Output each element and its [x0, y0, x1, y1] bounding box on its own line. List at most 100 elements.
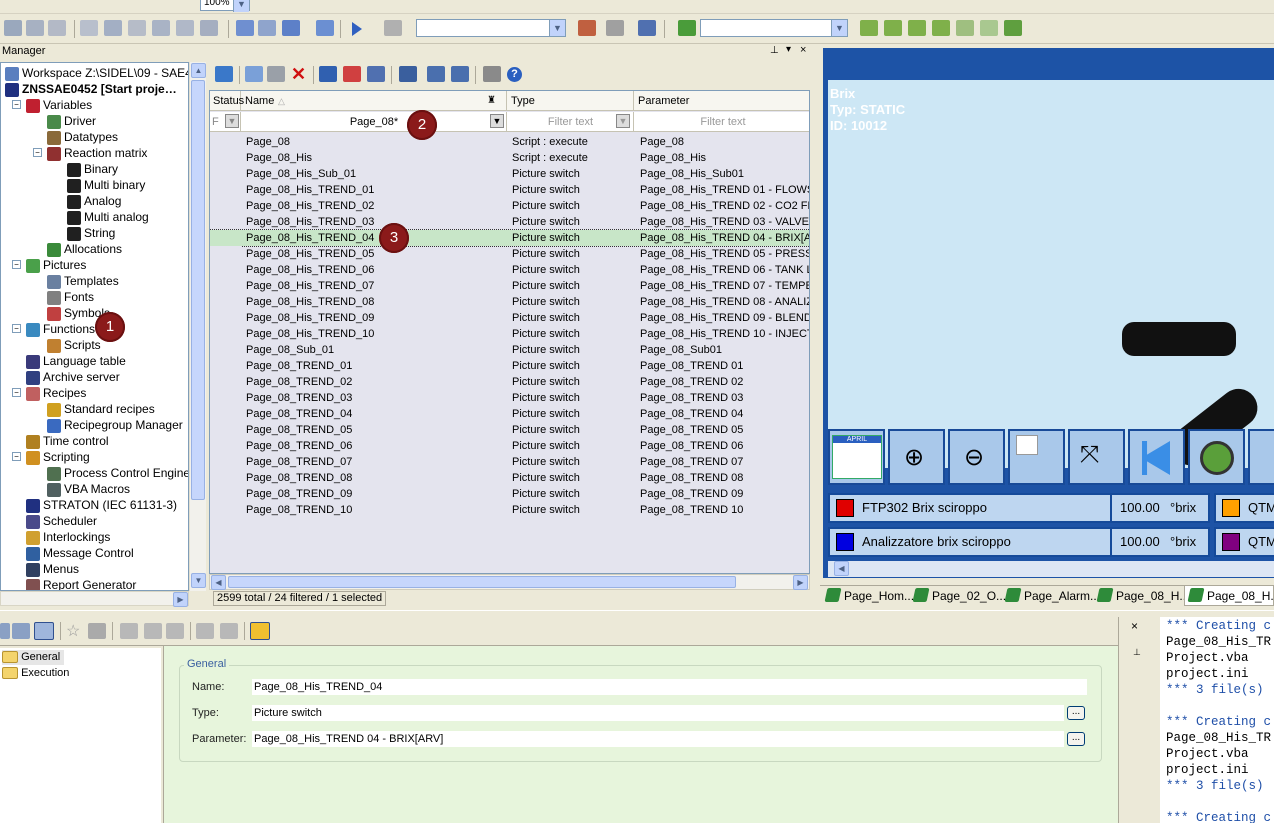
xml-export-icon[interactable] [427, 66, 445, 82]
collapse-icon[interactable]: − [12, 260, 21, 269]
table-row[interactable]: Page_08_TREND_08 Picture switch Page_08_TR… [210, 470, 809, 486]
table-row[interactable]: Page_08_His_TREND_02 Picture switch Page_0… [210, 198, 809, 214]
tree-item-string[interactable]: String [67, 225, 115, 241]
chevron-down-icon[interactable]: ▼ [831, 20, 847, 36]
name-filter[interactable]: Page_08* ▼ [242, 112, 507, 132]
next-button[interactable] [1248, 429, 1274, 485]
table-row[interactable]: Page_08_TREND_04 Picture switch Page_08_TR… [210, 406, 809, 422]
table-row[interactable]: Page_08_TREND_06 Picture switch Page_08_TR… [210, 438, 809, 454]
tree-item-templates[interactable]: Templates [47, 273, 119, 289]
table-row[interactable]: Page_08_TREND_02 Picture switch Page_08_TR… [210, 374, 809, 390]
tree-item-functions[interactable]: Functions [26, 321, 95, 337]
tree-item-analog[interactable]: Analog [67, 193, 121, 209]
first-page-button[interactable] [1128, 429, 1185, 485]
play-icon[interactable] [352, 22, 362, 36]
crossref-4-icon[interactable] [956, 20, 974, 36]
crossref-icon[interactable] [860, 20, 878, 36]
zoom-reset-button[interactable]: ⤧ [1068, 429, 1125, 485]
tree-item-scheduler[interactable]: Scheduler [26, 513, 97, 529]
tree-item-menus[interactable]: Menus [26, 561, 79, 577]
zoom-out-button[interactable]: ⊖ [948, 429, 1005, 485]
tree-item-vba-macros[interactable]: VBA Macros [47, 481, 130, 497]
tree-item-znssae0452-start-proje[interactable]: ZNSSAE0452 [Start proje… [5, 81, 177, 97]
scroll-right-icon[interactable]: ▶ [173, 592, 188, 607]
tree-item-archive-server[interactable]: Archive server [26, 369, 120, 385]
toolbar-tool-icon[interactable] [176, 20, 194, 36]
scroll-left-icon[interactable]: ◀ [211, 575, 226, 590]
tree-item-multi-binary[interactable]: Multi binary [67, 177, 145, 193]
tree-item-multi-analog[interactable]: Multi analog [67, 209, 149, 225]
crossref-3-icon[interactable] [932, 20, 950, 36]
close-icon[interactable]: × [1131, 619, 1138, 633]
scroll-down-icon[interactable]: ▼ [191, 573, 206, 588]
language-icon[interactable] [578, 20, 596, 36]
table-row[interactable]: Page_08_TREND_09 Picture switch Page_08_TR… [210, 486, 809, 502]
table-row[interactable]: Page_08_His_TREND_04 Picture switch Page_0… [210, 229, 809, 247]
tab-page-02[interactable]: Page_02_O... [910, 586, 1006, 606]
tree-item-driver[interactable]: Driver [47, 113, 96, 129]
sort-icon[interactable] [384, 20, 402, 36]
toolbar-tool-icon[interactable] [4, 20, 22, 36]
tree-item-straton-iec-61131-3[interactable]: STRATON (IEC 61131-3) [26, 497, 177, 513]
filter-icon[interactable]: ▼ [225, 114, 239, 128]
crossref-2-icon[interactable] [908, 20, 926, 36]
paste-icon[interactable] [267, 66, 285, 82]
tree-hscroll[interactable]: ▶ [0, 591, 189, 607]
font-icon[interactable] [638, 20, 656, 36]
table-row[interactable]: Page_08_His_Sub_01 Picture switch Page_08_… [210, 166, 809, 182]
tab-page-alarm[interactable]: Page_Alarm... [1002, 586, 1100, 606]
toolbar-tool-icon[interactable] [152, 20, 170, 36]
collapse-icon[interactable]: − [12, 388, 21, 397]
tree-item-datatypes[interactable]: Datatypes [47, 129, 118, 145]
col-name[interactable]: Name △ ♜ [242, 91, 507, 111]
tree-item-interlockings[interactable]: Interlockings [26, 529, 110, 545]
toolbar-combo-1[interactable]: ▼ [416, 19, 566, 37]
binoculars-icon[interactable]: ♜ [487, 91, 496, 111]
collapse-icon[interactable]: − [12, 452, 21, 461]
crossreference-icon[interactable] [367, 66, 385, 82]
crossref-1-icon[interactable] [884, 20, 902, 36]
delete-icon[interactable]: ✕ [291, 64, 306, 85]
zoom-in-button[interactable]: ⊕ [888, 429, 945, 485]
scroll-thumb[interactable] [228, 576, 736, 588]
tree-item-message-control[interactable]: Message Control [26, 545, 134, 561]
scroll-right-icon[interactable]: ▶ [793, 575, 808, 590]
tree-item-standard-recipes[interactable]: Standard recipes [47, 401, 155, 417]
toolbar-tool-icon[interactable] [104, 20, 122, 36]
help-icon[interactable]: ? [507, 67, 522, 82]
tree-item-language-table[interactable]: Language table [26, 353, 126, 369]
table-row[interactable]: Page_08_TREND_01 Picture switch Page_08_TR… [210, 358, 809, 374]
param-filter[interactable]: Filter text [635, 112, 809, 132]
export-icon[interactable] [399, 66, 417, 82]
preview-hscroll[interactable]: ◀ [828, 561, 1274, 577]
tree-item-pictures[interactable]: Pictures [26, 257, 86, 273]
scroll-left-icon[interactable]: ◀ [834, 561, 849, 576]
pin-icon[interactable]: ⊥ [770, 45, 779, 56]
zoom-combo[interactable]: 100% ▼ [200, 0, 250, 12]
distribute-icon[interactable] [282, 20, 300, 36]
tree-item-scripts[interactable]: Scripts [47, 337, 101, 353]
parameter-field[interactable]: Page_08_His_TREND 04 - BRIX[ARV] [252, 731, 1064, 747]
order-icon[interactable] [316, 20, 334, 36]
variable-link-icon[interactable] [678, 20, 696, 36]
tab-page-home[interactable]: Page_Hom... [822, 586, 914, 606]
table-row[interactable]: Page_08_His_TREND_06 Picture switch Page_0… [210, 262, 809, 278]
link-icon[interactable] [196, 623, 214, 639]
name-field[interactable]: Page_08_His_TREND_04 [252, 679, 1087, 695]
layout-icon[interactable] [483, 66, 501, 82]
tree-item-report-generator[interactable]: Report Generator [26, 577, 136, 590]
zoom-area-button[interactable] [1008, 429, 1065, 485]
scroll-thumb[interactable] [191, 80, 205, 500]
properties-copy-icon[interactable] [88, 623, 106, 639]
legend-row-1-right[interactable]: QTM [1214, 493, 1274, 523]
grid-view-icon[interactable] [250, 622, 270, 640]
table-row[interactable]: Page_08_Sub_01 Picture switch Page_08_Sub0… [210, 342, 809, 358]
favorite-icon[interactable]: ☆ [66, 621, 80, 641]
table-row[interactable]: Page_08_His_TREND_10 Picture switch Page_0… [210, 326, 809, 342]
table-row[interactable]: Page_08_TREND_10 Picture switch Page_08_TR… [210, 502, 809, 518]
type-browse-button[interactable]: ... [1067, 706, 1085, 720]
unlink-icon[interactable] [220, 623, 238, 639]
close-icon[interactable]: × [800, 44, 806, 56]
align-dropdown-icon[interactable] [258, 20, 276, 36]
collapse-icon[interactable]: − [33, 148, 42, 157]
